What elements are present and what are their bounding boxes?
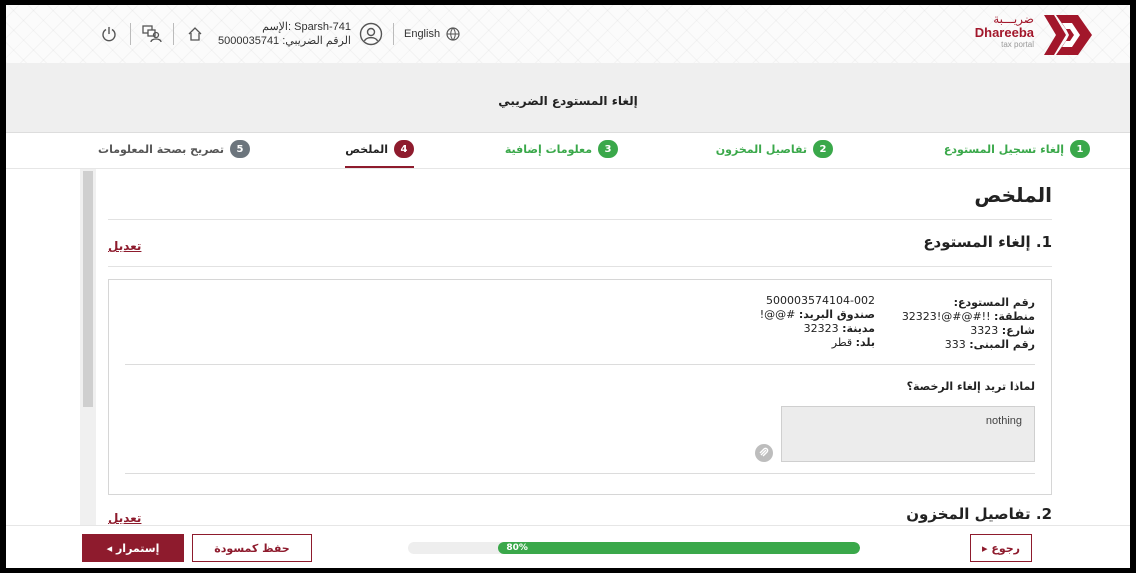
header-toolbar: الإسم: Sparsh-741 الرقم الضريبي: 5000035…: [98, 19, 460, 49]
logo-english: Dhareeba: [974, 25, 1034, 40]
language-label: English: [403, 28, 441, 40]
power-icon[interactable]: [98, 23, 120, 45]
card-divider: [125, 364, 1035, 365]
summary-heading: الملخص: [974, 183, 1052, 207]
step-label: معلومات إضافية: [504, 142, 592, 156]
step-label: إلغاء تسجيل المستودع: [943, 142, 1064, 156]
country-value: قطر: [831, 336, 853, 349]
dhareeba-logo[interactable]: ضريـــبة Dhareeba tax portal: [944, 11, 1094, 57]
header-divider: [392, 23, 394, 45]
step-label: تفاصيل المخزون: [715, 142, 807, 156]
city-label: مدينة:: [842, 322, 875, 335]
po-box-value: #@@!: [759, 308, 796, 321]
country-field: بلد: قطر: [832, 336, 875, 350]
footer-bar: رجوع ▸ 80% حفظ كمسودة إستمرار ◂: [6, 525, 1130, 568]
user-name: الإسم: Sparsh-741: [262, 21, 351, 33]
continue-button[interactable]: إستمرار ◂: [82, 534, 184, 562]
cancel-reason-answer: nothing: [985, 415, 1022, 427]
building-value: 333: [944, 338, 966, 351]
divider: [108, 266, 1052, 267]
step-3[interactable]: 3 معلومات إضافية: [505, 140, 618, 158]
step-number: 3: [598, 140, 618, 158]
divider: [108, 219, 1052, 220]
step-2[interactable]: 2 تفاصيل المخزون: [716, 140, 833, 158]
country-label: بلد:: [855, 336, 875, 349]
switch-account-icon[interactable]: [141, 23, 163, 45]
step-number: 2: [813, 140, 833, 158]
user-circle-icon: [359, 22, 383, 46]
logo-mark-icon: [1044, 15, 1092, 55]
page-title-band: إلغاء المستودع الضريبي: [6, 63, 1130, 133]
user-info[interactable]: الإسم: Sparsh-741 الرقم الضريبي: 5000035…: [218, 20, 383, 48]
back-button[interactable]: رجوع ▸: [970, 534, 1032, 562]
summary-content: الملخص 1. إلغاء المستودع تعديل رقم المست…: [108, 169, 1052, 529]
building-label: رقم المبنى:: [969, 338, 1035, 351]
street-value: 3323: [970, 324, 999, 337]
po-box-field: صندوق البريد: #@@!: [760, 308, 875, 322]
step-label: تصريح بصحة المعلومات: [98, 142, 224, 156]
city-value: 32323: [803, 322, 839, 335]
city-field: مدينة: 32323: [804, 322, 875, 336]
edit-section-1-link[interactable]: تعديل: [108, 239, 141, 253]
step-number: 1: [1070, 140, 1090, 158]
zone-field: منطقة: !!#@#@!32323: [902, 310, 1035, 324]
section-2-title: 2. تفاصيل المخزون: [906, 505, 1052, 523]
step-5[interactable]: 5 تصريح بصحة المعلومات: [98, 140, 250, 158]
top-header: ضريـــبة Dhareeba tax portal الإسم: Spar…: [6, 5, 1130, 63]
step-number: 4: [394, 140, 414, 158]
edit-section-2-link[interactable]: تعديل: [108, 511, 141, 525]
language-switch[interactable]: English: [404, 27, 460, 41]
scrollbar-thumb[interactable]: [83, 171, 93, 407]
step-1[interactable]: 1 إلغاء تسجيل المستودع: [944, 140, 1090, 158]
section-1-card: رقم المستودع: منطقة: !!#@#@!32323 شارع: …: [108, 279, 1052, 495]
zone-label: منطقة:: [993, 310, 1035, 323]
save-draft-button[interactable]: حفظ كمسودة: [192, 534, 312, 562]
globe-icon: [446, 27, 460, 41]
building-field: رقم المبنى: 333: [945, 338, 1035, 352]
warehouse-number-label: رقم المستودع:: [953, 296, 1035, 309]
cancel-reason-textarea: nothing: [781, 406, 1035, 462]
step-label: الملخص: [345, 142, 388, 156]
wizard-steps: 1 إلغاء تسجيل المستودع 2 تفاصيل المخزون …: [6, 133, 1130, 169]
section-1-title: 1. إلغاء المستودع: [923, 233, 1052, 251]
card-divider: [125, 473, 1035, 474]
step-number: 5: [230, 140, 250, 158]
header-divider: [130, 23, 131, 45]
street-field: شارع: 3323: [970, 324, 1035, 338]
home-icon[interactable]: [184, 23, 206, 45]
zone-value: !!#@#@!32323: [901, 310, 991, 323]
progress-label: 80%: [506, 543, 528, 553]
header-divider: [173, 23, 174, 45]
progress-fill: 80%: [498, 542, 860, 554]
user-text: الإسم: Sparsh-741 الرقم الضريبي: 5000035…: [218, 20, 351, 48]
vertical-scrollbar[interactable]: [80, 169, 96, 529]
step-4[interactable]: 4 الملخص: [345, 140, 414, 168]
page-title: إلغاء المستودع الضريبي: [498, 93, 638, 108]
user-tax-number: الرقم الضريبي: 5000035741: [218, 35, 351, 47]
attachment-icon[interactable]: [755, 444, 773, 462]
po-box-label: صندوق البريد:: [798, 308, 875, 321]
warehouse-number-value: 500003574104-002: [766, 294, 875, 307]
app-frame: ضريـــبة Dhareeba tax portal الإسم: Spar…: [6, 5, 1130, 568]
warehouse-number-field: رقم المستودع:: [954, 296, 1035, 310]
logo-subtitle: tax portal: [1001, 40, 1034, 49]
street-label: شارع:: [1001, 324, 1035, 337]
cancel-reason-question: لماذا تريد إلغاء الرخصة؟: [906, 380, 1035, 393]
logo-text: ضريـــبة Dhareeba tax portal: [975, 13, 1034, 50]
progress-bar: 80%: [408, 542, 860, 554]
